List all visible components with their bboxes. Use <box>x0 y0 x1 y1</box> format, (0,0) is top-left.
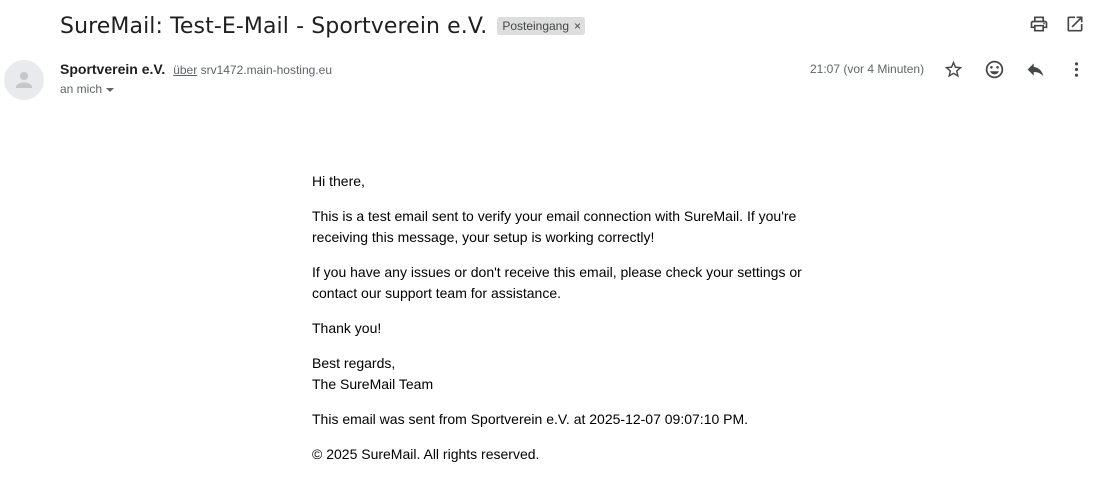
remove-label-button[interactable]: × <box>574 19 581 33</box>
emoji-icon[interactable] <box>984 59 1005 80</box>
header-actions <box>1029 14 1085 34</box>
greeting: Hi there, <box>312 173 365 189</box>
person-icon <box>16 72 32 88</box>
thanks-line: Thank you! <box>312 320 382 336</box>
star-icon[interactable] <box>943 59 964 80</box>
sender-via: über srv1472.main-hosting.eu <box>173 63 332 77</box>
label-chip-inbox[interactable]: Posteingang × <box>497 17 586 35</box>
body-paragraph-2: If you have any issues or don't receive … <box>312 264 802 301</box>
body-paragraph-1: This is a test email sent to verify your… <box>312 208 797 245</box>
email-body: Hi there, This is a test email sent to v… <box>312 171 812 479</box>
email-subject: SureMail: Test-E-Mail - Sportverein e.V. <box>60 13 488 39</box>
email-timestamp: 21:07 (vor 4 Minuten) <box>810 62 925 76</box>
more-vert-icon[interactable] <box>1066 59 1087 80</box>
recipient-text: an mich <box>60 82 103 96</box>
regards-line: Best regards, <box>312 355 396 371</box>
team-line: The SureMail Team <box>312 376 434 392</box>
sender-line: Sportverein e.V. über srv1472.main-hosti… <box>60 61 332 77</box>
signature: Best regards, The SureMail Team <box>312 353 812 395</box>
label-chip-text: Posteingang <box>502 19 570 33</box>
subject-row: SureMail: Test-E-Mail - Sportverein e.V.… <box>60 11 586 41</box>
recipient-details-toggle[interactable]: an mich <box>60 82 115 96</box>
chevron-down-icon[interactable] <box>106 88 115 92</box>
copyright: © 2025 SureMail. All rights reserved. <box>312 446 540 462</box>
reply-icon[interactable] <box>1025 59 1046 80</box>
sender-name[interactable]: Sportverein e.V. <box>60 61 165 77</box>
print-icon[interactable] <box>1029 14 1049 34</box>
sent-info: This email was sent from Sportverein e.V… <box>312 411 749 427</box>
via-domain: srv1472.main-hosting.eu <box>200 63 332 77</box>
via-link[interactable]: über <box>173 63 197 77</box>
open-in-new-window-icon[interactable] <box>1065 14 1085 34</box>
sender-avatar[interactable] <box>4 60 44 100</box>
message-actions <box>943 59 1087 80</box>
